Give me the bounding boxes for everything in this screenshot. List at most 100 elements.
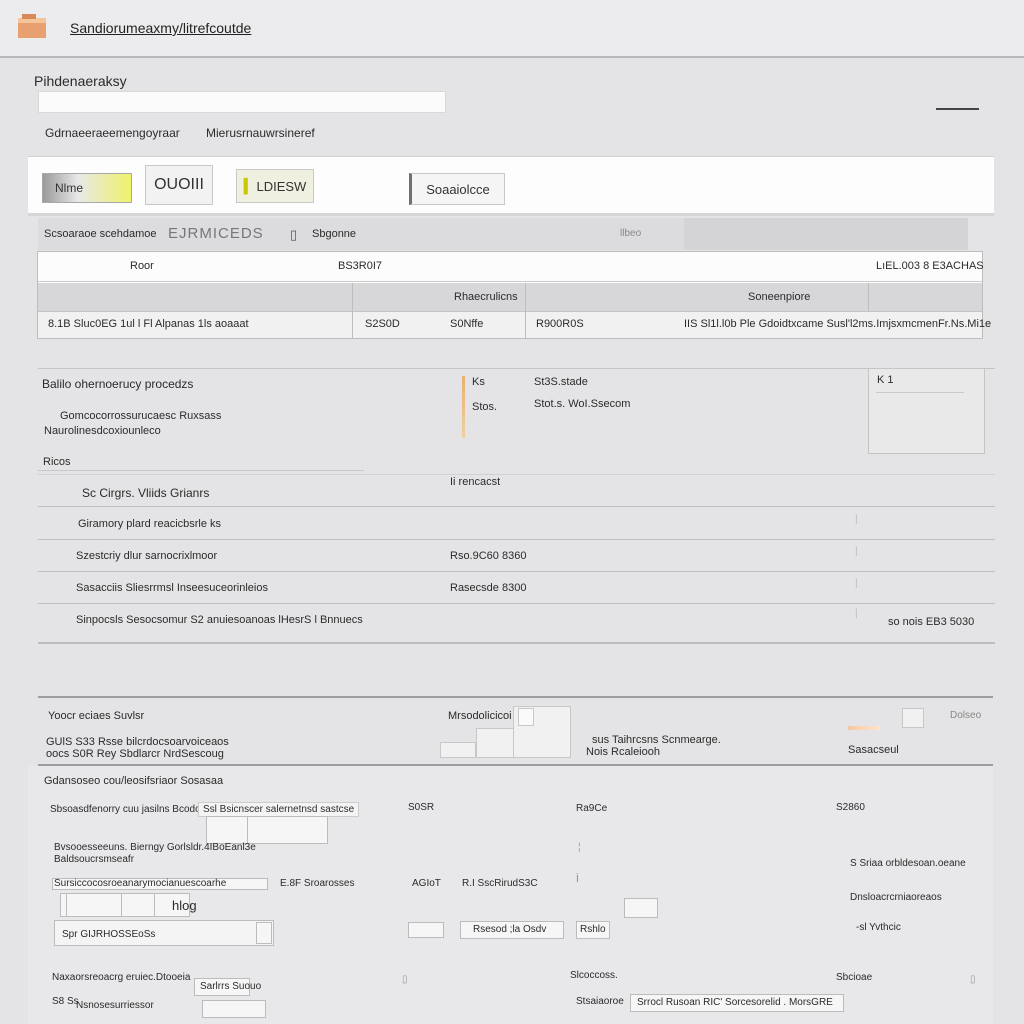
list-item-value: Rasecsde 8300 — [450, 582, 527, 594]
filter-field[interactable]: EJRMICEDS — [168, 225, 264, 242]
form-label: Baldsoucrsmseafr — [54, 854, 135, 865]
subtitle-right: Mierusrnauwrsineref — [206, 126, 315, 140]
list-item-label: Giramory plard reacicbsrle ks — [78, 518, 222, 530]
row-tick-icon: | — [855, 514, 858, 525]
section-3-title: Yoocr eciaes Suvlsr — [48, 710, 145, 722]
form-value: S0SR — [408, 802, 435, 813]
list-item-label: Szestcriy dlur sarnocrixlmoor — [76, 550, 218, 562]
preview-box[interactable] — [440, 742, 476, 758]
form-input[interactable] — [202, 1000, 266, 1018]
section-3-line: oocs S0R Rey Sbdlarcr NrdSescoug — [46, 748, 224, 760]
form-label: Sbsoasdfenorry cuu jasilns Bcodo — [50, 804, 201, 815]
form-input[interactable] — [624, 898, 658, 918]
filter-field2-label: Sbgonne — [312, 228, 357, 240]
color-bar — [462, 376, 465, 438]
form-input-segment[interactable] — [206, 816, 248, 844]
toolbar-button-3-label: LDIESW — [256, 178, 307, 194]
list-item-extra: so nois EB3 5030 — [888, 616, 975, 628]
divider — [38, 470, 364, 471]
table-cell: LıEL.003 8 E3ACHAS — [876, 260, 984, 272]
form-input-value: Spr GIJRHOSSEoSs — [62, 929, 156, 940]
minimize-icon[interactable] — [936, 108, 979, 110]
form-label: Sbcioae — [836, 972, 873, 983]
preview-box[interactable] — [476, 728, 514, 758]
toolbar-button-4[interactable]: Soaaiolcce — [409, 173, 505, 205]
form-option[interactable]: S Sriaa orbldesoan.oeane — [850, 858, 966, 869]
detail-value: St3S.stade — [534, 376, 588, 388]
form-value: S2860 — [836, 802, 865, 813]
status-dot-icon: ▍ — [243, 177, 255, 194]
form-value: AGIoT — [412, 878, 441, 889]
detail-value: Stot.s. WoI.Ssecom — [534, 398, 631, 410]
list-item-value: Rso.9C60 8360 — [450, 550, 527, 562]
form-mark: ▯ — [402, 974, 408, 985]
row-tick-icon: | — [855, 608, 858, 619]
list-item-label: Sasacciis Sliesrrmsl Inseesuceorinleios — [76, 582, 268, 594]
toolbar-button-2[interactable]: OUOIII — [145, 165, 213, 205]
form-input-segment[interactable] — [66, 893, 122, 917]
form-value: E.8F Sroarosses — [280, 878, 355, 889]
form-input-value: Sursiccocosroeanarymocianuescoarhe — [54, 878, 227, 889]
form-field[interactable]: Ssl Bsicnscer salernetnsd sastcse — [198, 802, 360, 817]
form-label: Nsnosesurriessor — [76, 1000, 154, 1011]
table-cell: BS3R0I7 — [338, 260, 383, 272]
section-3-far-top: Dolseo — [950, 710, 982, 721]
list-item-label: Sinpocsls Sesocsomur S2 anuiesoanoas lHe… — [76, 614, 363, 626]
form-field[interactable]: Rsesod ;la Osdv — [460, 921, 564, 939]
form-button[interactable]: Sarlrrs Suouo — [194, 978, 261, 996]
column-divider — [352, 283, 353, 338]
form-option[interactable]: -sl Yvthcic — [856, 922, 901, 933]
row-tick-icon: | — [855, 546, 858, 557]
header-input[interactable] — [38, 91, 446, 113]
form-mark: ▯ — [970, 974, 976, 985]
table-cell: S2S0D — [365, 318, 400, 330]
side-box-divider — [876, 392, 964, 393]
dropdown-toggle[interactable] — [256, 922, 272, 944]
details-section-heading: Ricos — [43, 456, 71, 468]
table-row[interactable] — [38, 252, 982, 282]
form-label: Naxaorsreoacrg eruiec.Dtooeia — [52, 972, 191, 983]
details-line: Naurolinesdcoxiounleco — [44, 425, 161, 437]
subtitle-left: Gdrnaeeraeemengoyraar — [45, 126, 180, 140]
filter-bar-right — [684, 218, 968, 250]
section-3-far-label: Sasacseul — [848, 744, 899, 756]
table-cell: S0Nffe — [450, 318, 484, 330]
form-label: Slcoccoss. — [570, 970, 618, 981]
row-tick-icon: | — [855, 578, 858, 589]
form-mark: ¦ — [578, 842, 581, 853]
toolbar-button-1[interactable]: Nlme — [42, 173, 132, 203]
form-option[interactable]: Dnsloacrcrniaoreaos — [850, 892, 942, 903]
detail-key: Ks — [472, 376, 485, 388]
app-icon — [16, 12, 48, 39]
side-box-value: K 1 — [877, 374, 894, 386]
small-button[interactable] — [902, 708, 924, 728]
table-header-cell[interactable]: Rhaecrulicns — [454, 291, 518, 303]
filter-label: Scsoaraoe scehdamoe — [44, 228, 157, 240]
table-cell: Roor — [130, 260, 154, 272]
table-header-cell[interactable]: Soneenpiore — [748, 291, 810, 303]
column-divider — [868, 283, 869, 311]
details-line: Gomcocorrossurucaesc Ruxsass — [60, 410, 222, 422]
form-value: R.I SscRirudS3C — [462, 878, 538, 889]
toolbar-button-3[interactable]: ▍ LDIESW — [236, 169, 314, 203]
form-value: S8 Ss — [52, 996, 79, 1007]
detail-key: Stos. — [472, 401, 498, 413]
list-item-label: Sc Cirgrs. Vliids Grianrs — [82, 486, 210, 500]
form-field[interactable]: Srrocl Rusoan RIC' Sorcesorelid . MorsGR… — [630, 994, 844, 1012]
form-button[interactable]: Rshlo — [576, 921, 610, 939]
filter-checkbox-icon[interactable]: ▯ — [290, 227, 297, 243]
section-3-mid-label: Mrsodolicicoi — [448, 710, 512, 722]
footer-title: Gdansoseo cou/leosifsriaor Sosasaa — [44, 775, 224, 787]
filter-status: llbeo — [620, 228, 642, 239]
form-label: Stsaiaoroe — [576, 996, 624, 1007]
table-cell: 8.1B Sluc0EG 1ul l Fl Alpanas 1ls aoaaat — [48, 318, 249, 330]
form-input[interactable] — [408, 922, 444, 938]
preview-thumb[interactable] — [518, 708, 534, 726]
app-title: Sandiorumeaxmy/litrefcoutde — [70, 20, 252, 36]
table-cell: R900R0S — [536, 318, 584, 330]
column-divider — [525, 283, 526, 338]
section-3-line: GUlS S33 Rsse bilcrdocsoarvoiceaos — [46, 736, 229, 748]
form-mark: Ì — [576, 874, 579, 885]
progress-indicator — [848, 726, 880, 730]
section-3-right: Nois Rcaleiooh — [586, 746, 660, 758]
